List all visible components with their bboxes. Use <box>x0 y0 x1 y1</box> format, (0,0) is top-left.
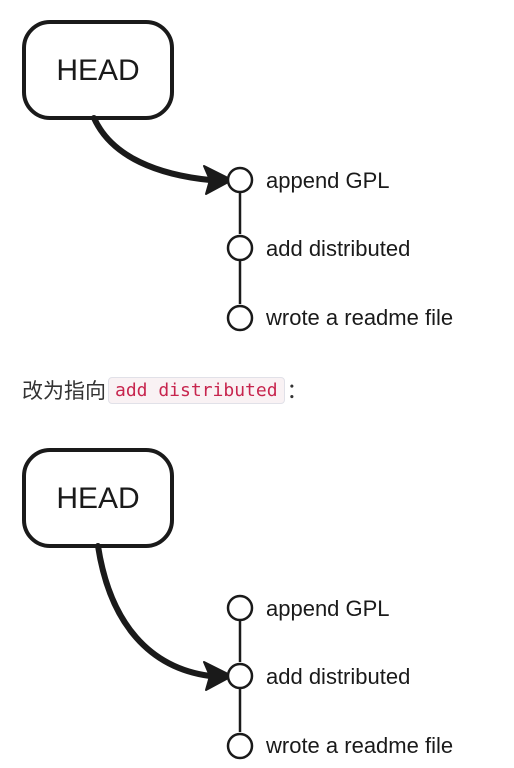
commit-node <box>226 662 254 690</box>
commit-node <box>226 166 254 194</box>
caption-code: add distributed <box>108 376 285 404</box>
commit-label: wrote a readme file <box>265 305 453 330</box>
commit-label: wrote a readme file <box>265 733 453 758</box>
commit-node <box>226 234 254 262</box>
commit-label: append GPL <box>266 596 390 621</box>
commit-label: add distributed <box>266 664 410 689</box>
diagram-before: HEAD append GPL add distributed wrote a … <box>0 0 514 340</box>
head-pointer-arrow <box>95 543 213 679</box>
head-label: HEAD <box>56 482 139 515</box>
head-label: HEAD <box>56 54 139 87</box>
git-graph-before: HEAD append GPL add distributed wrote a … <box>22 20 453 332</box>
commit-node <box>226 594 254 622</box>
caption: 改为指向 add distributed： <box>22 370 308 410</box>
caption-text-after: ： <box>286 379 308 403</box>
commit-label: add distributed <box>266 236 410 261</box>
git-graph-after: HEAD append GPL add distributed wrote a … <box>22 448 453 760</box>
commit-label: append GPL <box>266 168 390 193</box>
commit-node <box>226 304 254 332</box>
caption-text-before: 改为指向 <box>22 379 106 403</box>
diagram-after: HEAD append GPL add distributed wrote a … <box>0 428 514 768</box>
head-pointer-arrow <box>91 115 213 183</box>
commit-node <box>226 732 254 760</box>
